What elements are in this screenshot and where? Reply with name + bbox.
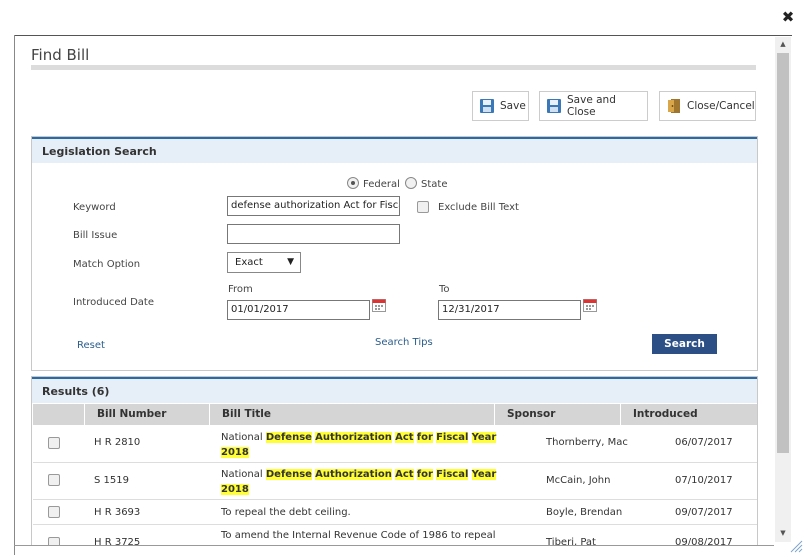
vertical-scrollbar[interactable]: ▲ ▼ bbox=[775, 37, 791, 542]
row-select-checkbox[interactable] bbox=[48, 537, 60, 545]
table-row[interactable]: H R 3725 To amend the Internal Revenue C… bbox=[33, 525, 757, 545]
introduced-cell: 06/07/2017 bbox=[675, 437, 733, 448]
results-header: Results (6) bbox=[32, 377, 757, 403]
dialog-left-border bbox=[14, 35, 15, 555]
keyword-label: Keyword bbox=[73, 202, 116, 213]
bill-number-cell: H R 3693 bbox=[94, 507, 141, 518]
federal-radio[interactable] bbox=[347, 177, 359, 189]
dialog-bottom-border bbox=[14, 545, 774, 546]
close-dialog-button[interactable]: ✖ bbox=[780, 9, 796, 25]
reset-link[interactable]: Reset bbox=[77, 340, 105, 351]
federal-radio-label: Federal bbox=[363, 179, 400, 190]
floppy-disk-icon bbox=[546, 98, 562, 114]
from-label: From bbox=[228, 284, 253, 295]
table-row[interactable]: S 1519 National Defense Authorization Ac… bbox=[33, 463, 757, 500]
legislation-search-panel: Legislation Search bbox=[31, 136, 758, 371]
row-select-checkbox[interactable] bbox=[48, 474, 60, 486]
dropdown-arrow-icon: ▼ bbox=[287, 257, 294, 267]
title-divider bbox=[31, 65, 756, 70]
match-option-value: Exact bbox=[235, 257, 263, 268]
save-and-close-label: Save and Close bbox=[567, 94, 616, 118]
exclude-bill-text-checkbox[interactable] bbox=[417, 201, 429, 213]
bill-title-cell[interactable]: To repeal the debt ceiling. bbox=[221, 507, 351, 518]
sponsor-cell: Thornberry, Mac bbox=[546, 437, 628, 448]
column-header-bill-title[interactable]: Bill Title bbox=[209, 404, 494, 425]
sponsor-cell: Tiberi, Pat bbox=[546, 537, 596, 545]
column-header-introduced[interactable]: Introduced bbox=[620, 404, 757, 425]
bill-number-cell: S 1519 bbox=[94, 475, 129, 486]
introduced-cell: 07/10/2017 bbox=[675, 475, 733, 486]
bill-title-cell[interactable]: National Defense Authorization Act for F… bbox=[221, 467, 501, 497]
row-select-checkbox[interactable] bbox=[48, 506, 60, 518]
to-label: To bbox=[439, 284, 450, 295]
match-option-label: Match Option bbox=[73, 259, 141, 270]
results-grid-header: Bill Number Bill Title Sponsor Introduce… bbox=[33, 404, 757, 425]
introduced-date-label: Introduced Date bbox=[73, 297, 154, 308]
introduced-cell: 09/07/2017 bbox=[675, 507, 733, 518]
calendar-icon[interactable] bbox=[583, 298, 597, 312]
search-button[interactable]: Search bbox=[652, 334, 717, 354]
table-row[interactable]: H R 3693 To repeal the debt ceiling. Boy… bbox=[33, 500, 757, 525]
bill-issue-input[interactable] bbox=[227, 224, 400, 244]
sponsor-cell: McCain, John bbox=[546, 475, 611, 486]
state-radio-label: State bbox=[421, 179, 448, 190]
bill-issue-label: Bill Issue bbox=[73, 230, 118, 241]
close-cancel-label: Close/Cancel bbox=[687, 100, 755, 112]
calendar-icon[interactable] bbox=[372, 298, 386, 312]
column-header-sponsor[interactable]: Sponsor bbox=[494, 404, 620, 425]
introduced-cell: 09/08/2017 bbox=[675, 537, 733, 545]
save-button-label: Save bbox=[500, 100, 526, 112]
floppy-disk-icon bbox=[479, 98, 495, 114]
legislation-search-header: Legislation Search bbox=[32, 137, 757, 163]
bill-number-cell: H R 2810 bbox=[94, 437, 141, 448]
sponsor-cell: Boyle, Brendan bbox=[546, 507, 623, 518]
search-tips-link[interactable]: Search Tips bbox=[375, 337, 433, 348]
scrollbar-thumb[interactable] bbox=[777, 53, 789, 453]
row-select-checkbox[interactable] bbox=[48, 437, 60, 449]
to-date-input[interactable]: 12/31/2017 bbox=[438, 300, 581, 320]
exclude-bill-text-label: Exclude Bill Text bbox=[438, 202, 519, 213]
bill-title-cell[interactable]: To amend the Internal Revenue Code of 19… bbox=[221, 530, 496, 541]
keyword-input[interactable]: defense authorization Act for Fiscal Yea… bbox=[227, 196, 400, 216]
table-row[interactable]: H R 2810 National Defense Authorization … bbox=[33, 425, 757, 463]
from-date-input[interactable]: 01/01/2017 bbox=[227, 300, 370, 320]
bill-number-cell: H R 3725 bbox=[94, 537, 141, 545]
state-radio[interactable] bbox=[405, 177, 417, 189]
door-exit-icon bbox=[666, 98, 682, 114]
dialog-top-border bbox=[14, 35, 792, 36]
match-option-select[interactable]: Exact ▼ bbox=[227, 252, 301, 273]
save-and-close-button[interactable]: Save and Close bbox=[539, 91, 648, 121]
resize-grip-icon[interactable] bbox=[789, 539, 803, 553]
close-cancel-button[interactable]: Close/Cancel bbox=[659, 91, 756, 121]
bill-title-cell[interactable]: National Defense Authorization Act for F… bbox=[221, 430, 501, 460]
scroll-down-icon[interactable]: ▼ bbox=[775, 526, 791, 540]
column-header-bill-number[interactable]: Bill Number bbox=[84, 404, 210, 425]
save-button[interactable]: Save bbox=[472, 91, 529, 121]
page-title: Find Bill bbox=[31, 46, 90, 64]
scroll-up-icon[interactable]: ▲ bbox=[775, 37, 791, 51]
